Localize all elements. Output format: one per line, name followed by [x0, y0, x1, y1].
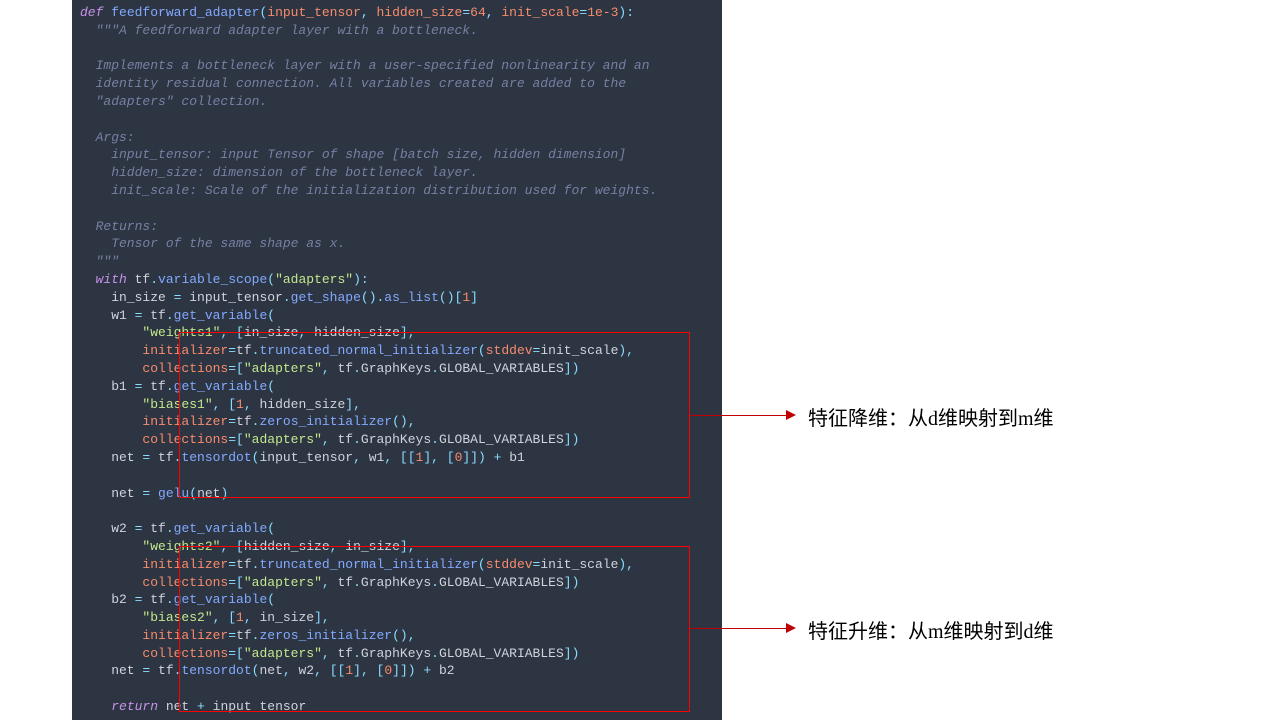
highlight-box-2: [179, 546, 690, 712]
arrow-1: [690, 415, 786, 416]
arrow-head-1: [786, 410, 796, 420]
annotation-2: 特征升维：从m维映射到d维: [808, 615, 1054, 644]
annotation-1: 特征降维：从d维映射到m维: [808, 402, 1054, 431]
highlight-box-1: [179, 332, 690, 498]
arrow-2: [690, 628, 786, 629]
arrow-head-2: [786, 623, 796, 633]
